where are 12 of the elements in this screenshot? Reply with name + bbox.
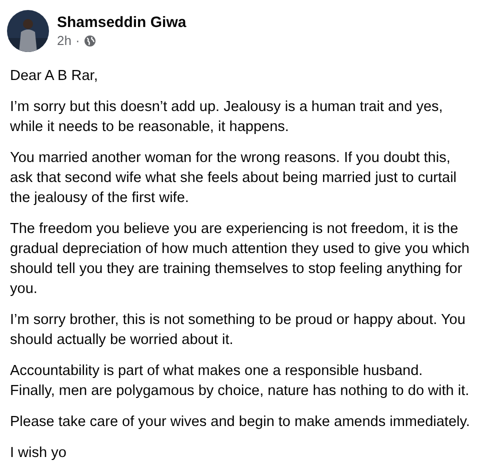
- post-time[interactable]: 2h: [57, 33, 72, 49]
- post-paragraph: Dear A B Rar,: [10, 67, 99, 86]
- post-paragraph: You married another woman for the wrong reasons. If you doubt this, ask that second wife what she feels about being married just to curtail the jealousy of the first wife.: [10, 149, 458, 208]
- separator-dot: ·: [75, 33, 80, 49]
- post-paragraph: I wish yo: [10, 444, 68, 462]
- author-name[interactable]: Shamseddin Giwa: [57, 13, 186, 33]
- post-paragraph: Please take care of your wives and begin to make amends immediately.: [10, 413, 470, 432]
- post-paragraph: I’m sorry brother, this is not something to be proud or happy about. You should actually be worried about it.: [10, 311, 466, 350]
- post-paragraph: The freedom you believe you are experiencing is not freedom, it is the gradual depreciation of how much attention they used to give you which should tell you they are training themselves to stop feeling anything for you.: [10, 220, 470, 299]
- post-paragraph: Accountability is part of what makes one a responsible husband. Finally, men are polygamous by choice, nature has nothing to do with it.: [10, 362, 470, 401]
- globe-icon[interactable]: [84, 35, 96, 47]
- post-paragraph: I’m sorry but this doesn’t add up. Jealousy is a human trait and yes, while it needs to be reasonable, it happens.: [10, 98, 444, 137]
